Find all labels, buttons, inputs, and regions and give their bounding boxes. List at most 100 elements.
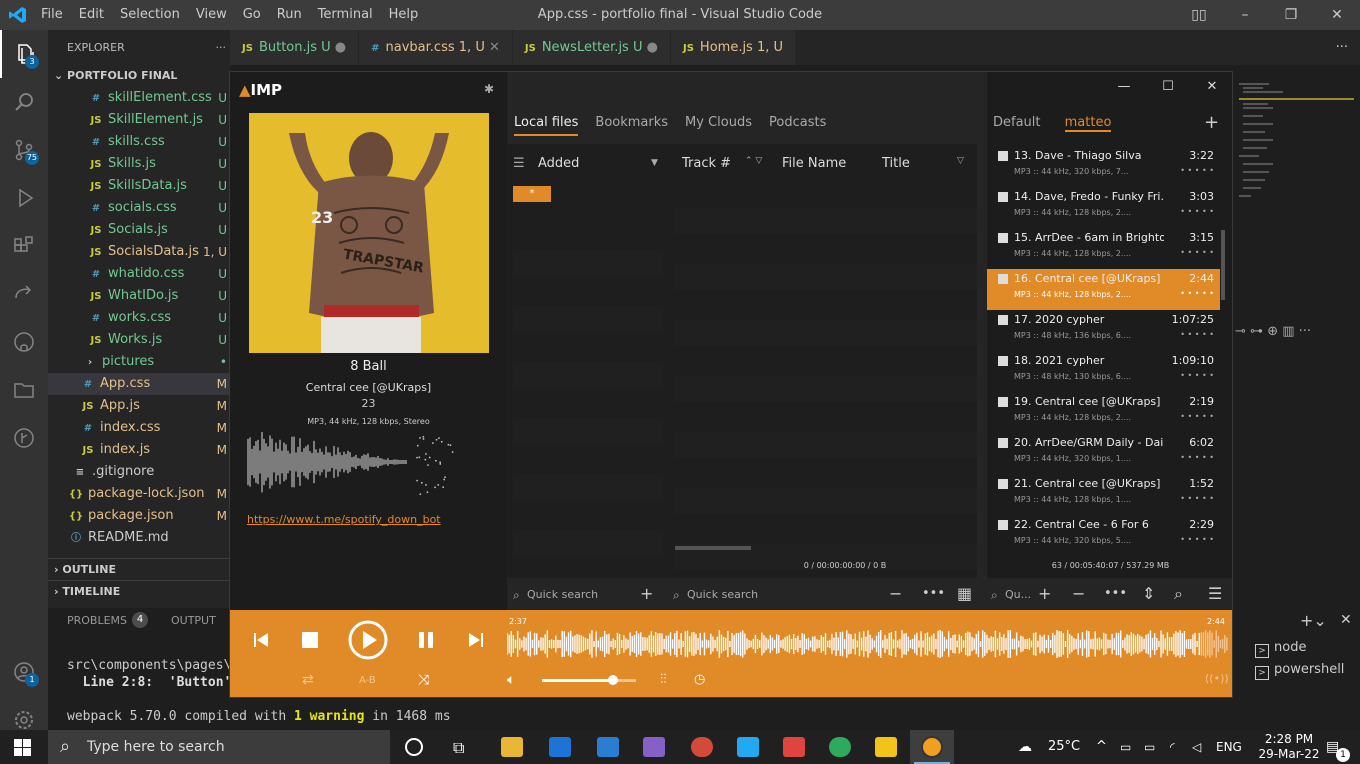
playlist-item[interactable]: 16. Central cee [@UKraps] - ...2:44MP3 :…: [987, 269, 1220, 310]
tab-newsletter-js[interactable]: JS NewsLetter.js U ●: [512, 30, 671, 65]
playlist-item[interactable]: 13. Dave - Thiago Silva 3:22 MP3 :: 44 kHz…: [987, 146, 1220, 187]
column-file-name[interactable]: File Name: [782, 156, 846, 171]
winrar-icon[interactable]: [783, 737, 805, 757]
file-Skills-js[interactable]: JS Skills.js U: [48, 153, 230, 175]
broadcast-icon[interactable]: ((•)): [1205, 672, 1229, 685]
unsaved-dot-icon[interactable]: ●: [335, 40, 346, 55]
layout-icon[interactable]: ▯▯: [1176, 0, 1222, 30]
group-chip[interactable]: *: [513, 186, 551, 202]
rating-dots[interactable]: • • • • •: [1180, 494, 1214, 503]
more-actions-icon[interactable]: ···: [1299, 324, 1311, 339]
column-track-number[interactable]: Track #: [682, 156, 731, 171]
menu-icon[interactable]: ☰: [1208, 584, 1222, 603]
tab-podcasts[interactable]: Podcasts: [769, 115, 826, 136]
file-socials-css[interactable]: # socials.css U: [48, 197, 230, 219]
outline-section[interactable]: › OUTLINE: [48, 558, 230, 580]
split-editor-icon[interactable]: ▥: [1282, 324, 1294, 339]
maximize-button[interactable]: ☐: [1146, 72, 1190, 102]
add-playlist-icon[interactable]: +: [1204, 112, 1219, 133]
visual-studio-icon[interactable]: [643, 737, 665, 757]
rating-dots[interactable]: • • • • •: [1180, 412, 1214, 421]
quick-search-input[interactable]: Quick search: [527, 588, 598, 601]
rating-dots[interactable]: • • • • •: [1180, 330, 1214, 339]
menu-go[interactable]: Go: [243, 7, 261, 22]
file-README-md[interactable]: ⓘ README.md: [48, 527, 230, 549]
more-icon[interactable]: •••: [1104, 586, 1127, 601]
weather-icon[interactable]: ☁: [1018, 730, 1032, 764]
tray-chevron-icon[interactable]: ^: [1096, 730, 1107, 764]
file-index-js[interactable]: JS index.js M: [48, 439, 230, 461]
menu-file[interactable]: File: [41, 7, 63, 22]
playlist-scrollbar[interactable]: [1221, 230, 1225, 300]
remote-icon[interactable]: [0, 270, 48, 318]
quick-search-input[interactable]: Qu...: [1005, 588, 1031, 601]
playlist-item[interactable]: 22. Central Cee - 6 For 6 2:29 MP3 :: 44 k…: [987, 515, 1220, 556]
volume-knob[interactable]: [607, 675, 618, 685]
forward-icon[interactable]: ⊶: [1250, 324, 1263, 339]
settings-gear-icon[interactable]: ✱: [484, 82, 494, 96]
file-index-css[interactable]: # index.css M: [48, 417, 230, 439]
terminal-item-powershell[interactable]: > powershell: [1255, 662, 1344, 680]
tab-my-clouds[interactable]: My Clouds: [685, 115, 752, 136]
close-button[interactable]: ✕: [1314, 0, 1360, 30]
tab-navbar-css[interactable]: # navbar.css 1, U ✕: [359, 30, 513, 65]
github-icon[interactable]: [0, 318, 48, 366]
menu-view[interactable]: View: [196, 7, 227, 22]
remove-icon[interactable]: −: [1072, 584, 1085, 603]
tab-home-js[interactable]: JS Home.js 1, U: [670, 30, 797, 65]
folder-pictures[interactable]: › pictures •: [48, 351, 230, 373]
pause-button[interactable]: [418, 632, 434, 652]
menu-help[interactable]: Help: [389, 7, 419, 22]
file-SocialsData-js[interactable]: JS SocialsData.js 1, U: [48, 241, 230, 263]
timeline-section[interactable]: › TIMELINE: [48, 580, 230, 602]
volume-slider[interactable]: [542, 675, 636, 685]
checkbox[interactable]: [998, 315, 1008, 325]
file-whatido-css[interactable]: # whatido.css U: [48, 263, 230, 285]
file-WhatIDo-js[interactable]: JS WhatIDo.js U: [48, 285, 230, 307]
playlist-tab-matteo[interactable]: matteo: [1064, 115, 1112, 132]
battery-icon[interactable]: ▭: [1144, 730, 1155, 764]
checkbox[interactable]: [998, 233, 1008, 243]
chrome-profile-icon[interactable]: [829, 737, 851, 757]
file-skills-css[interactable]: # skills.css U: [48, 131, 230, 153]
file-works-css[interactable]: # works.css U: [48, 307, 230, 329]
close-tab-icon[interactable]: ✕: [489, 40, 500, 55]
restore-button[interactable]: ❐: [1268, 0, 1314, 30]
rating-dots[interactable]: • • • • •: [1180, 248, 1214, 257]
aimp-taskbar-item[interactable]: [910, 730, 954, 764]
checkbox[interactable]: [998, 192, 1008, 202]
playlist-item[interactable]: 19. Central cee [@UKraps] - ...2:19MP3 :…: [987, 392, 1220, 433]
file-App-css[interactable]: # App.css M: [48, 373, 230, 395]
track-link[interactable]: https://www.t.me/spotify_down_bot: [247, 513, 441, 526]
scheduler-clock-icon[interactable]: ◷: [694, 672, 705, 687]
playlist-item[interactable]: 17. 2020 cypher 1:07:25 MP3 :: 48 kHz, 136…: [987, 310, 1220, 351]
shuffle-icon[interactable]: ⤨: [418, 672, 429, 688]
stop-button[interactable]: [302, 632, 318, 652]
quick-search-input[interactable]: Quick search: [687, 588, 758, 601]
playlist-item[interactable]: 20. ArrDee/GRM Daily - Dail... 6:02 MP3 ::…: [987, 433, 1220, 474]
ab-repeat-button[interactable]: A-B: [359, 675, 376, 686]
checkbox[interactable]: [998, 397, 1008, 407]
search-icon[interactable]: ⌕: [1174, 584, 1183, 604]
vscode-taskbar-icon[interactable]: [737, 737, 759, 757]
close-button[interactable]: ✕: [1190, 72, 1232, 102]
unsaved-dot-icon[interactable]: ●: [647, 40, 658, 55]
more-actions-icon[interactable]: ···: [216, 30, 227, 65]
more-actions-icon[interactable]: ···: [1336, 30, 1348, 65]
tab-local-files[interactable]: Local files: [514, 115, 579, 136]
add-icon[interactable]: +: [640, 584, 653, 603]
minimize-button[interactable]: –: [1222, 0, 1268, 30]
minimap[interactable]: [1233, 65, 1360, 215]
rating-dots[interactable]: • • • • •: [1180, 535, 1214, 544]
rating-dots[interactable]: • • • • •: [1180, 371, 1214, 380]
checkbox[interactable]: [998, 274, 1008, 284]
search-icon[interactable]: [0, 78, 48, 126]
play-button[interactable]: [348, 620, 388, 664]
new-terminal-icon[interactable]: +⌄: [1300, 611, 1327, 630]
problems-tab[interactable]: PROBLEMS: [67, 614, 127, 627]
file-Works-js[interactable]: JS Works.js U: [48, 329, 230, 351]
file-package-lock-json[interactable]: {} package-lock.json M: [48, 483, 230, 505]
speaker-icon[interactable]: ◁: [1192, 730, 1201, 764]
waveform-seekbar[interactable]: [507, 628, 1229, 660]
rating-dots[interactable]: • • • • •: [1180, 289, 1214, 298]
